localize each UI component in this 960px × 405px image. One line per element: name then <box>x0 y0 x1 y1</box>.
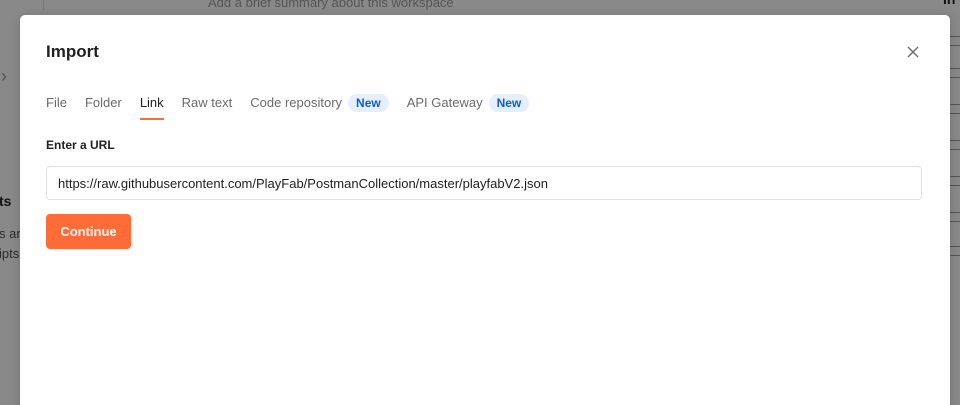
background-text: ipts <box>0 246 20 261</box>
tab-raw-text[interactable]: Raw text <box>182 94 233 120</box>
tab-label: Folder <box>84 95 122 110</box>
workspace-summary-placeholder: Add a brief summary about this workspace <box>208 0 454 10</box>
tab-label: File <box>46 95 67 110</box>
tab-label: Link <box>139 95 164 110</box>
tab-label: API Gateway <box>406 95 483 110</box>
close-icon <box>907 46 919 58</box>
tab-label: Raw text <box>181 95 233 110</box>
tab-folder[interactable]: Folder <box>85 94 122 120</box>
tab-link[interactable]: Link <box>139 94 164 120</box>
divider <box>43 0 44 10</box>
tab-label: Code repository <box>250 95 343 110</box>
tab-api-gateway[interactable]: API Gateway New <box>407 94 530 120</box>
modal-title: Import <box>46 42 99 61</box>
import-tabs: File Folder Link Raw text Code repositor… <box>46 94 547 122</box>
right-panel-heading: In <box>943 0 955 7</box>
continue-button[interactable]: Continue <box>46 214 131 249</box>
url-input[interactable] <box>46 166 922 200</box>
tab-code-repository[interactable]: Code repository New <box>250 94 389 120</box>
import-modal: Import File Folder Link Raw text Code re… <box>20 15 950 405</box>
tab-file[interactable]: File <box>46 94 67 120</box>
url-field-label: Enter a URL <box>46 138 115 152</box>
chevron-right-icon: › <box>1 66 7 86</box>
new-badge: New <box>348 94 389 112</box>
background-heading: ts <box>0 193 12 209</box>
close-button[interactable] <box>902 41 924 63</box>
new-badge: New <box>488 94 530 112</box>
